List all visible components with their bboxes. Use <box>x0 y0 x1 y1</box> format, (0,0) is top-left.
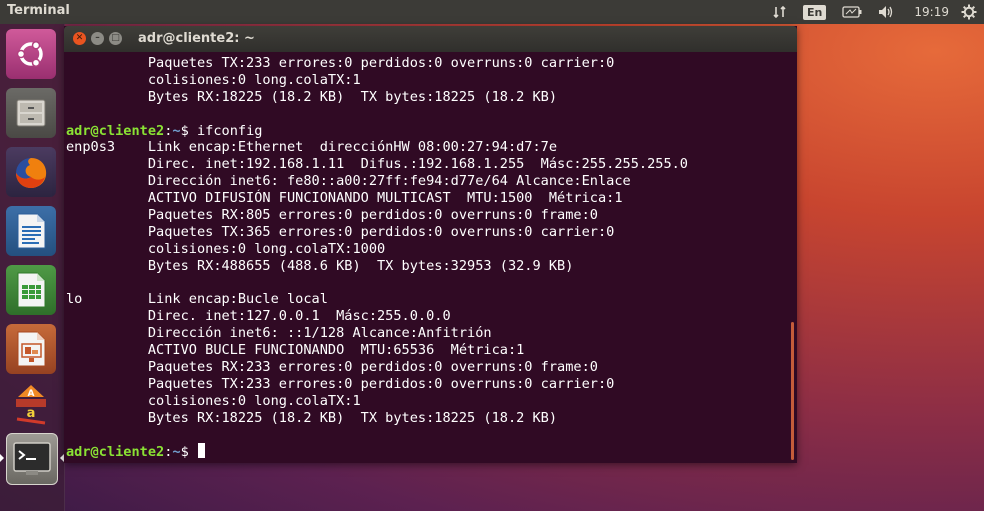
language-badge: En <box>803 4 827 20</box>
output-line: Direc. inet:127.0.0.1 Másc:255.0.0.0 <box>66 308 451 325</box>
output-line: Bytes RX:488655 (488.6 KB) TX bytes:3295… <box>66 257 574 274</box>
output-line: ACTIVO BUCLE FUNCIONANDO MTU:65536 Métri… <box>66 342 525 359</box>
prompt-line: adr@cliente2:~$ <box>66 443 795 460</box>
terminal-button[interactable] <box>6 433 58 485</box>
svg-text:A: A <box>28 389 35 399</box>
files-icon <box>16 99 46 127</box>
keyboard-layout-indicator[interactable]: En <box>795 0 834 24</box>
clock[interactable]: 19:19 <box>904 0 959 24</box>
minimize-button[interactable]: – <box>91 32 104 45</box>
calc-button[interactable] <box>6 265 56 315</box>
battery-icon[interactable] <box>834 0 870 24</box>
prompt-path: ~ <box>172 122 181 139</box>
prompt-user: adr@cliente2 <box>66 444 165 461</box>
terminal-window: ✕ – □ adr@cliente2: ~ Paquetes TX:233 er… <box>64 26 797 463</box>
output-line: Direc. inet:192.168.1.11 Difus.:192.168.… <box>66 156 688 173</box>
output-line: Bytes RX:18225 (18.2 KB) TX bytes:18225 … <box>66 409 558 426</box>
firefox-button[interactable] <box>6 147 56 197</box>
network-icon[interactable] <box>765 0 795 24</box>
prompt-dollar: $ <box>180 122 189 139</box>
output-line: colisiones:0 long.colaTX:1 <box>66 71 361 88</box>
text-cursor <box>197 443 205 459</box>
minimize-icon: – <box>95 33 100 43</box>
output-line: Paquetes TX:233 errores:0 perdidos:0 ove… <box>66 375 615 392</box>
prompt-dollar: $ <box>180 444 189 461</box>
output-line: enp0s3 Link encap:Ethernet direcciónHW 0… <box>66 139 558 156</box>
active-app-indicator <box>0 454 4 462</box>
output-line: colisiones:0 long.colaTX:1 <box>66 392 361 409</box>
output-line: Dirección inet6: fe80::a00:27ff:fe94:d77… <box>66 173 631 190</box>
writer-button[interactable] <box>6 206 56 256</box>
software-button[interactable]: A a <box>6 380 56 430</box>
output-line: Paquetes RX:805 errores:0 perdidos:0 ove… <box>66 207 598 224</box>
close-button[interactable]: ✕ <box>73 32 86 45</box>
ubuntu-dash-button[interactable] <box>6 29 56 79</box>
output-line: ACTIVO DIFUSIÓN FUNCIONANDO MULTICAST MT… <box>66 190 623 207</box>
firefox-icon <box>16 158 47 188</box>
ubuntu-dash-icon <box>16 41 43 67</box>
output-line: lo Link encap:Bucle local <box>66 291 328 308</box>
output-line: Paquetes TX:365 errores:0 perdidos:0 ove… <box>66 223 615 240</box>
output-line: Dirección inet6: ::1/128 Alcance:Anfitri… <box>66 325 492 342</box>
prompt-path: ~ <box>172 444 181 461</box>
output-line: Bytes RX:18225 (18.2 KB) TX bytes:18225 … <box>66 88 558 105</box>
launcher: A a <box>0 24 65 511</box>
libreoffice-impress-icon <box>17 331 46 367</box>
software-center-icon: A a <box>16 385 46 425</box>
close-icon: ✕ <box>75 33 84 43</box>
system-tray: En 19:19 <box>765 0 984 24</box>
terminal-scrollbar[interactable] <box>791 322 794 460</box>
active-app-title: Terminal <box>7 3 70 18</box>
gear-icon[interactable] <box>959 0 984 24</box>
top-panel: Terminal En 19:19 <box>0 0 984 24</box>
maximize-button[interactable]: □ <box>109 32 122 45</box>
prompt-user: adr@cliente2 <box>66 122 165 139</box>
output-line: Paquetes TX:233 errores:0 perdidos:0 ove… <box>66 55 615 71</box>
command-text: ifconfig <box>188 122 263 139</box>
output-line: Paquetes RX:233 errores:0 perdidos:0 ove… <box>66 359 598 376</box>
maximize-icon: □ <box>111 33 120 43</box>
svg-text:a: a <box>27 406 36 421</box>
command-text <box>189 444 197 460</box>
volume-icon[interactable] <box>870 0 904 24</box>
terminal-output[interactable]: Paquetes TX:233 errores:0 perdidos:0 ove… <box>66 52 795 466</box>
impress-button[interactable] <box>6 324 56 374</box>
window-titlebar[interactable]: ✕ – □ adr@cliente2: ~ <box>64 26 797 52</box>
libreoffice-calc-icon <box>17 272 46 308</box>
window-title: adr@cliente2: ~ <box>138 31 255 46</box>
files-button[interactable] <box>6 88 56 138</box>
libreoffice-writer-icon <box>17 213 46 249</box>
prompt-line: adr@cliente2:~$ ifconfig <box>66 123 795 140</box>
output-line: colisiones:0 long.colaTX:1000 <box>66 240 386 257</box>
terminal-icon <box>13 442 51 475</box>
